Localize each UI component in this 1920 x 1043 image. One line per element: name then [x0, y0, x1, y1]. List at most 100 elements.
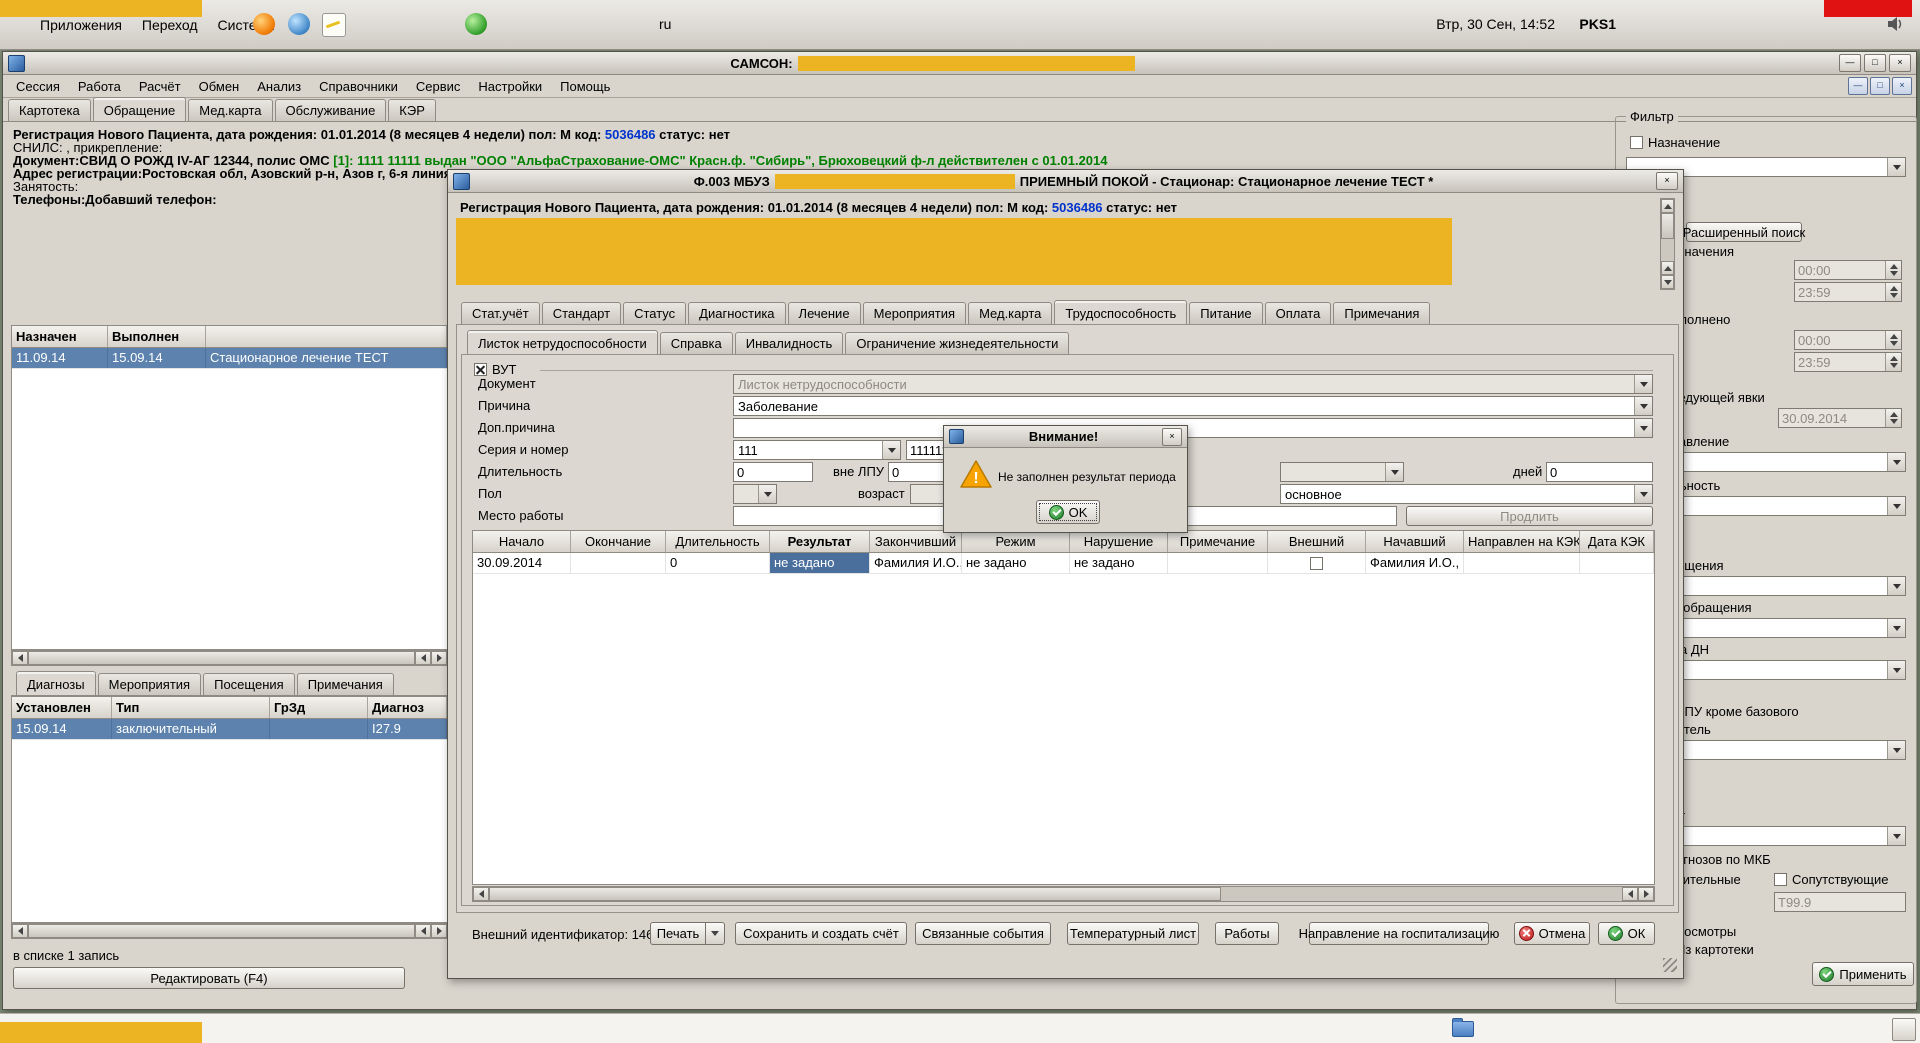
- menu-item[interactable]: Настройки: [469, 76, 551, 97]
- hospital-referral-button[interactable]: Направление на госпитализацию: [1309, 922, 1489, 945]
- scroll-right-icon[interactable]: [1638, 887, 1654, 901]
- column-header[interactable]: Внешний: [1268, 531, 1366, 552]
- time-to-spinbox[interactable]: 23:59: [1794, 282, 1902, 302]
- column-header[interactable]: Диагноз: [368, 697, 447, 718]
- dialog-tab[interactable]: Стат.учёт: [461, 302, 540, 324]
- scroll-right-icon[interactable]: [431, 651, 447, 665]
- external-checkbox[interactable]: [1310, 557, 1323, 570]
- appointment-checkbox[interactable]: [1630, 136, 1643, 149]
- duration-field[interactable]: 0: [733, 462, 813, 482]
- scroll-left-icon[interactable]: [415, 651, 431, 665]
- dialog-titlebar[interactable]: Ф.003 МБУЗ ПРИЕМНЫЙ ПОКОЙ - Стационар: С…: [448, 170, 1683, 193]
- dialog-tab[interactable]: Стандарт: [542, 302, 621, 324]
- dialog-tab[interactable]: Мероприятия: [863, 302, 967, 324]
- globe-icon[interactable]: [288, 13, 310, 35]
- firefox-icon[interactable]: [253, 13, 275, 35]
- reason-combo[interactable]: Заболевание: [733, 396, 1653, 416]
- scroll-right-icon[interactable]: [431, 924, 447, 938]
- scroll-thumb[interactable]: [28, 924, 415, 938]
- periods-table[interactable]: Начало Окончание Длительность Результат …: [472, 530, 1655, 885]
- column-header[interactable]: Окончание: [571, 531, 666, 552]
- show-desktop-button[interactable]: [1892, 1018, 1916, 1041]
- spin-buttons[interactable]: [1885, 331, 1901, 349]
- child-close-icon[interactable]: ×: [1892, 77, 1912, 95]
- concomitant-checkbox[interactable]: [1774, 873, 1787, 886]
- lower-tab[interactable]: Мероприятия: [98, 673, 202, 695]
- dialog-subtab[interactable]: Справка: [660, 332, 733, 354]
- menu-item[interactable]: Анализ: [248, 76, 310, 97]
- scroll-left-icon[interactable]: [12, 651, 28, 665]
- maximize-icon[interactable]: □: [1864, 54, 1886, 72]
- spin-buttons[interactable]: [1885, 283, 1901, 301]
- print-button[interactable]: Печать: [650, 922, 706, 945]
- text-editor-icon[interactable]: [322, 13, 346, 37]
- dialog-subtab[interactable]: Листок нетрудоспособности: [467, 330, 658, 354]
- column-header[interactable]: Результат: [770, 531, 870, 552]
- related-events-button[interactable]: Связанные события: [915, 922, 1051, 945]
- days-field[interactable]: 0: [1546, 462, 1653, 482]
- vut-checkbox[interactable]: [474, 363, 487, 376]
- child-restore-icon[interactable]: □: [1870, 77, 1890, 95]
- document-combo[interactable]: Листок нетрудоспособности: [733, 374, 1653, 394]
- scroll-left-icon[interactable]: [12, 924, 28, 938]
- edit-button[interactable]: Редактировать (F4): [13, 967, 405, 989]
- spin-buttons[interactable]: [1885, 261, 1901, 279]
- column-header[interactable]: Установлен: [12, 697, 112, 718]
- works-button[interactable]: Работы: [1215, 922, 1279, 945]
- runner-icon[interactable]: [465, 13, 487, 35]
- main-tab[interactable]: Обращение: [93, 97, 186, 121]
- column-header[interactable]: Тип: [112, 697, 270, 718]
- column-header[interactable]: Закончивший: [870, 531, 962, 552]
- close-icon[interactable]: ×: [1162, 428, 1182, 446]
- close-icon[interactable]: ×: [1889, 54, 1911, 72]
- scroll-thumb[interactable]: [28, 651, 415, 665]
- table-row[interactable]: 11.09.14 15.09.14 Стационарное лечение Т…: [12, 348, 447, 369]
- print-dropdown-icon[interactable]: [705, 922, 725, 945]
- time-from-spinbox[interactable]: 00:00: [1794, 330, 1902, 350]
- menu-item[interactable]: Сессия: [7, 76, 69, 97]
- mkb-to-field[interactable]: T99.9: [1774, 892, 1906, 912]
- menu-item[interactable]: Помощь: [551, 76, 619, 97]
- menu-item[interactable]: Расчёт: [130, 76, 190, 97]
- diagnoses-table[interactable]: Установлен Тип ГрЗд Диагноз 15.09.14 зак…: [11, 696, 448, 923]
- prolong-button[interactable]: Продлить: [1406, 506, 1653, 526]
- column-header[interactable]: ГрЗд: [270, 697, 368, 718]
- dialog-tab[interactable]: Статус: [623, 302, 686, 324]
- column-header[interactable]: Назначен: [12, 326, 108, 347]
- dialog-tab[interactable]: Примечания: [1333, 302, 1430, 324]
- sex-combo[interactable]: [733, 484, 777, 504]
- time-from-spinbox[interactable]: 00:00: [1794, 260, 1902, 280]
- dialog-tab[interactable]: Оплата: [1265, 302, 1332, 324]
- column-header[interactable]: Режим: [962, 531, 1070, 552]
- lower-tab[interactable]: Посещения: [203, 673, 295, 695]
- ok-button[interactable]: ОК: [1598, 922, 1655, 945]
- extra-reason-combo[interactable]: [733, 418, 1653, 438]
- menu-item[interactable]: Справочники: [310, 76, 407, 97]
- scroll-down-icon[interactable]: [1661, 275, 1674, 289]
- column-header[interactable]: Начало: [473, 531, 571, 552]
- dialog-tab[interactable]: Диагностика: [688, 302, 785, 324]
- child-minimize-icon[interactable]: —: [1848, 77, 1868, 95]
- dialog-subtab[interactable]: Ограничение жизнедеятельности: [845, 332, 1069, 354]
- selected-cell[interactable]: не задано: [770, 553, 870, 573]
- scroll-up-icon[interactable]: [1661, 199, 1674, 213]
- next-visit-date-spinbox[interactable]: 30.09.2014: [1778, 408, 1902, 428]
- taskbar[interactable]: [0, 1013, 1920, 1043]
- column-header[interactable]: [206, 326, 447, 347]
- dialog-tab[interactable]: Лечение: [788, 302, 861, 324]
- column-header[interactable]: Примечание: [1168, 531, 1268, 552]
- scroll-left-icon[interactable]: [473, 887, 489, 901]
- series-combo[interactable]: 111: [733, 440, 901, 460]
- ok-button[interactable]: OK: [1036, 500, 1100, 524]
- column-header[interactable]: Направлен на КЭК: [1464, 531, 1580, 552]
- main-tab[interactable]: КЭР: [388, 99, 436, 121]
- warning-titlebar[interactable]: Внимание! ×: [944, 426, 1187, 448]
- menu-item[interactable]: Работа: [69, 76, 130, 97]
- events-table-scrollbar[interactable]: [11, 650, 448, 666]
- main-tab[interactable]: Обслуживание: [275, 99, 387, 121]
- duration-unit-combo[interactable]: [1280, 462, 1404, 482]
- table-row[interactable]: 15.09.14 заключительный I27.9: [12, 719, 447, 740]
- menu-item[interactable]: Сервис: [407, 76, 470, 97]
- keyboard-layout-indicator[interactable]: ru: [659, 16, 671, 32]
- dialog-scrollbar[interactable]: [1660, 198, 1675, 290]
